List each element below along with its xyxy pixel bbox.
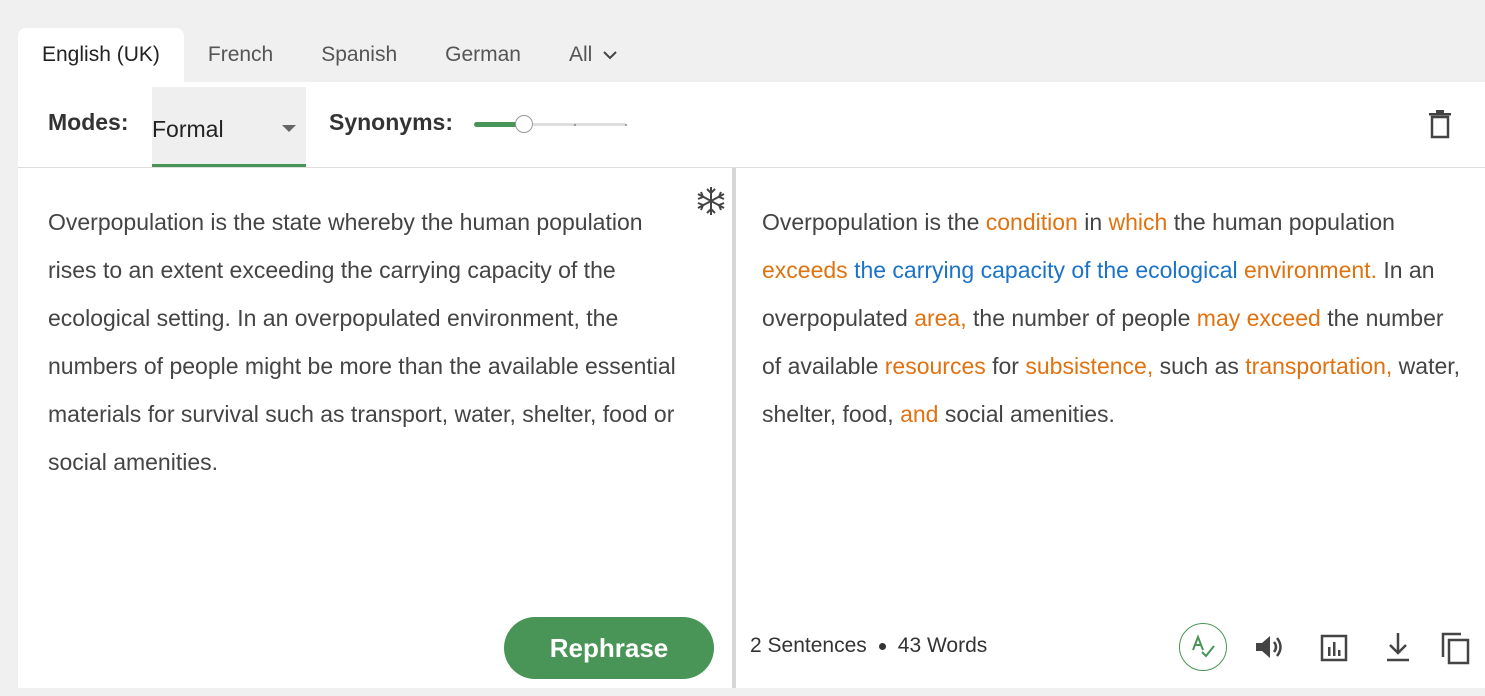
trash-icon[interactable] xyxy=(1428,109,1452,144)
rephrase-button[interactable]: Rephrase xyxy=(504,617,714,679)
changed-phrase[interactable]: and xyxy=(900,401,938,427)
changed-phrase[interactable]: resources xyxy=(885,353,986,379)
changed-phrase[interactable]: may exceed xyxy=(1197,305,1321,331)
tab-english-uk[interactable]: English (UK) xyxy=(18,28,184,82)
output-segment: the number of people xyxy=(966,305,1197,331)
tab-all-dropdown[interactable]: All xyxy=(545,28,642,82)
sentence-count: 2 Sentences xyxy=(750,634,867,657)
tab-german[interactable]: German xyxy=(421,28,545,82)
toolbar: Modes: Formal Synonyms: xyxy=(18,82,1485,168)
chevron-down-icon xyxy=(602,50,618,60)
output-segment: for xyxy=(985,353,1026,379)
tab-label: German xyxy=(445,43,521,66)
tab-spanish[interactable]: Spanish xyxy=(297,28,421,82)
output-pane: Overpopulation is the condition in which… xyxy=(736,168,1485,688)
tab-label: French xyxy=(207,43,274,66)
changed-phrase[interactable]: subsistence, xyxy=(1025,353,1153,379)
changed-phrase[interactable]: area, xyxy=(914,305,966,331)
slider-knob[interactable] xyxy=(515,115,534,133)
output-segment: in xyxy=(1077,209,1109,235)
changed-phrase[interactable]: which xyxy=(1109,209,1168,235)
text-stats: 2 Sentences 43 Words xyxy=(750,634,987,658)
input-text[interactable]: Overpopulation is the state whereby the … xyxy=(48,198,688,486)
caret-down-icon xyxy=(282,125,296,132)
copy-icon[interactable] xyxy=(1438,630,1472,666)
word-count: 43 Words xyxy=(897,634,988,657)
changed-phrase[interactable]: transportation, xyxy=(1245,353,1392,379)
tab-label: Spanish xyxy=(321,43,398,66)
changed-phrase[interactable]: the carrying capacity of the ecological xyxy=(854,257,1238,283)
output-segment: social amenities. xyxy=(938,401,1115,427)
output-segment: Overpopulation is the xyxy=(762,209,986,235)
changed-phrase[interactable]: environment. xyxy=(1244,257,1377,283)
tab-label: All xyxy=(568,43,593,66)
slider-step-dot xyxy=(625,124,627,126)
tab-french[interactable]: French xyxy=(184,28,297,82)
tab-label: English (UK) xyxy=(42,43,160,66)
bullet-separator xyxy=(878,642,886,650)
output-text[interactable]: Overpopulation is the condition in which… xyxy=(762,198,1462,438)
synonyms-label: Synonyms: xyxy=(329,109,453,135)
grammar-check-icon[interactable] xyxy=(1179,623,1227,671)
mode-select[interactable]: Formal xyxy=(152,87,306,167)
language-tabs: English (UK) French Spanish German All xyxy=(18,28,642,82)
paraphraser-panel: Modes: Formal Synonyms: Overpopulation i… xyxy=(18,82,1485,688)
output-segment: such as xyxy=(1153,353,1246,379)
freeze-words-icon[interactable] xyxy=(694,184,728,223)
synonyms-slider[interactable] xyxy=(474,114,627,134)
input-pane: Overpopulation is the state whereby the … xyxy=(18,168,732,688)
changed-phrase[interactable]: exceeds xyxy=(762,257,848,283)
changed-phrase[interactable]: condition xyxy=(986,209,1078,235)
modes-label: Modes: xyxy=(48,109,129,135)
volume-icon[interactable] xyxy=(1252,632,1286,662)
mode-value: Formal xyxy=(152,116,224,142)
download-icon[interactable] xyxy=(1382,630,1414,664)
bar-chart-icon[interactable] xyxy=(1318,632,1350,664)
output-segment: the human population xyxy=(1167,209,1395,235)
